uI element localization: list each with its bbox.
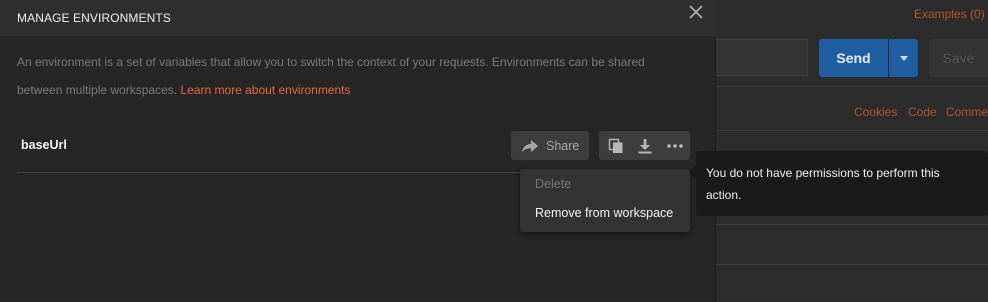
permission-tooltip: You do not have permissions to perform t…	[696, 151, 988, 216]
learn-more-link[interactable]: Learn more about environments	[180, 83, 350, 97]
duplicate-button[interactable]	[603, 131, 629, 160]
download-icon	[638, 138, 652, 153]
modal-description: An environment is a set of variables tha…	[17, 48, 687, 104]
send-button[interactable]: Send	[819, 39, 888, 77]
menu-item-remove-from-workspace[interactable]: Remove from workspace	[535, 206, 673, 220]
environment-actions	[599, 131, 690, 160]
cookies-link[interactable]: Cookies	[854, 105, 897, 119]
examples-link[interactable]: Examples (0)	[914, 7, 985, 21]
more-options-button[interactable]	[662, 131, 688, 160]
environment-name[interactable]: baseUrl	[21, 138, 67, 152]
toolbar-divider	[716, 86, 988, 87]
share-label: Share	[546, 138, 580, 153]
send-dropdown-caret-icon[interactable]	[889, 39, 918, 77]
row-divider	[716, 224, 988, 225]
duplicate-icon	[608, 138, 623, 153]
url-input[interactable]	[716, 39, 808, 76]
row-divider	[716, 264, 988, 265]
close-icon[interactable]	[686, 2, 706, 22]
menu-item-delete: Delete	[535, 177, 572, 191]
more-dots-icon	[667, 143, 683, 148]
share-arrow-icon	[522, 139, 538, 152]
code-link[interactable]: Code	[908, 105, 937, 119]
tabs-divider	[716, 130, 988, 131]
more-options-menu: Delete Remove from workspace	[520, 169, 690, 232]
manage-environments-modal: MANAGE ENVIRONMENTS An environment is a …	[0, 0, 716, 302]
modal-header: MANAGE ENVIRONMENTS	[0, 0, 716, 36]
save-button[interactable]: Save	[929, 39, 988, 77]
share-button[interactable]: Share	[511, 131, 589, 160]
modal-title: MANAGE ENVIRONMENTS	[17, 11, 171, 25]
comments-link[interactable]: Comme	[946, 105, 988, 119]
download-button[interactable]	[632, 131, 658, 160]
tooltip-arrow	[689, 165, 696, 179]
